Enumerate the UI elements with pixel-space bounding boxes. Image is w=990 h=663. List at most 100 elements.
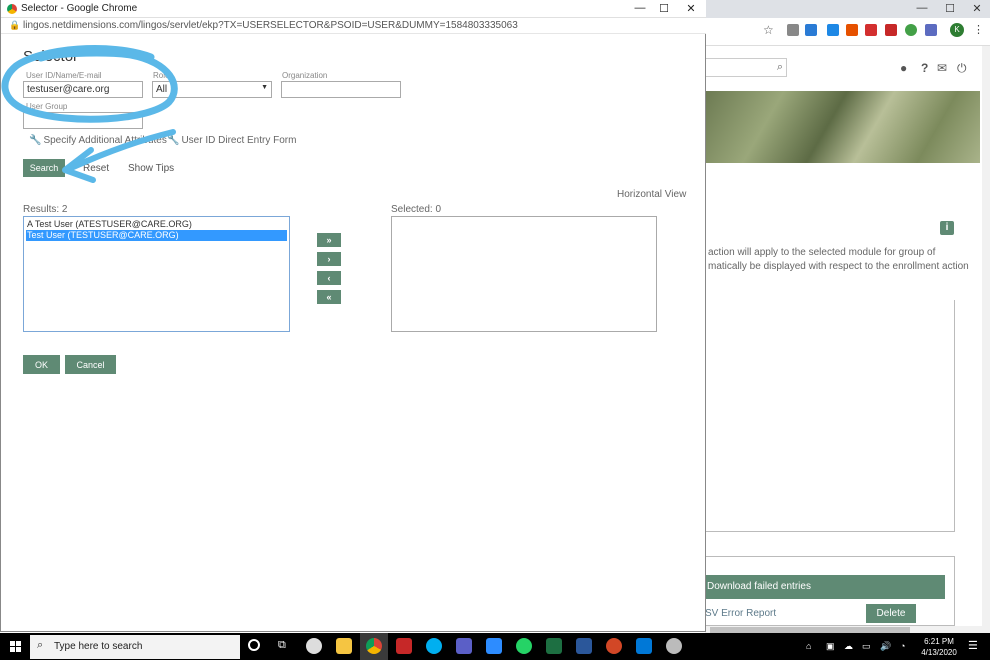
caret-down-icon: ▼ bbox=[261, 84, 268, 91]
list-item[interactable]: Test User (TESTUSER@CARE.ORG) bbox=[26, 230, 287, 241]
role-select-value: All bbox=[156, 84, 168, 95]
add-all-button[interactable]: » bbox=[317, 233, 341, 247]
clock-time: 6:21 PM bbox=[924, 637, 954, 646]
selected-listbox[interactable] bbox=[391, 216, 657, 332]
star-icon[interactable]: ☆ bbox=[763, 23, 774, 37]
delete-button[interactable]: Delete bbox=[866, 604, 916, 623]
popup-address-bar[interactable]: 🔒 lingos.netdimensions.com/lingos/servle… bbox=[1, 18, 706, 34]
taskbar: ⌕ Type here to search ⧉ ⌂ ▣ ☁ ▭ 🔊 ◔ 6:21… bbox=[0, 633, 990, 660]
selected-count: Selected: 0 bbox=[391, 204, 442, 215]
show-tips-link[interactable]: Show Tips bbox=[128, 163, 174, 174]
role-field-label: Role bbox=[153, 71, 170, 80]
user-id-input[interactable] bbox=[23, 81, 143, 98]
selector-popup-window: Selector - Google Chrome — ☐ ✕ 🔒 lingos.… bbox=[0, 0, 706, 632]
vertical-scrollbar[interactable] bbox=[982, 46, 990, 626]
list-item[interactable]: A Test User (ATESTUSER@CARE.ORG) bbox=[26, 219, 287, 230]
app-icon[interactable] bbox=[666, 638, 682, 654]
cloud-icon[interactable]: ☁ bbox=[844, 641, 853, 652]
search-button[interactable]: Search bbox=[23, 159, 65, 177]
clock-app-icon[interactable] bbox=[306, 638, 322, 654]
specify-additional-attributes-link[interactable]: 🔧 Specify Additional Attributes bbox=[29, 135, 167, 146]
notifications-icon[interactable]: ☰ bbox=[968, 639, 978, 652]
search-icon: ⌕ bbox=[37, 639, 44, 651]
popup-title-bar: Selector - Google Chrome — ☐ ✕ bbox=[1, 0, 706, 18]
start-button[interactable] bbox=[0, 633, 30, 660]
remove-all-button[interactable]: « bbox=[317, 290, 341, 304]
people-icon[interactable]: ⌂ bbox=[806, 641, 811, 651]
close-icon[interactable]: ✕ bbox=[679, 2, 703, 15]
powerpoint-icon[interactable] bbox=[606, 638, 622, 654]
csv-error-report-link[interactable]: SV Error Report bbox=[705, 608, 776, 619]
teams-icon[interactable] bbox=[456, 638, 472, 654]
horizontal-view-link[interactable]: Horizontal View bbox=[617, 189, 686, 200]
wrench-icon: 🔧 bbox=[29, 135, 42, 146]
user-icon[interactable]: ● bbox=[900, 61, 907, 75]
mail-icon[interactable]: ✉ bbox=[937, 61, 947, 75]
tray-icon[interactable]: ▣ bbox=[826, 641, 835, 652]
word-icon[interactable] bbox=[576, 638, 592, 654]
windows-icon[interactable] bbox=[0, 633, 30, 660]
close-icon[interactable]: ✕ bbox=[965, 2, 989, 15]
zoom-icon[interactable] bbox=[486, 638, 502, 654]
extension-icon[interactable] bbox=[885, 24, 897, 36]
add-selected-button[interactable]: › bbox=[317, 252, 341, 266]
info-icon[interactable]: i bbox=[940, 221, 954, 235]
role-select[interactable]: All ▼ bbox=[152, 81, 272, 98]
maximize-icon[interactable]: ☐ bbox=[938, 2, 962, 15]
taskbar-clock[interactable]: 6:21 PM 4/13/2020 bbox=[915, 636, 963, 658]
minimize-icon[interactable]: — bbox=[910, 2, 934, 14]
extension-icon[interactable] bbox=[846, 24, 858, 36]
user-group-label: User Group bbox=[26, 102, 68, 111]
reset-link[interactable]: Reset bbox=[83, 163, 109, 174]
extension-icon[interactable] bbox=[805, 24, 817, 36]
task-view-icon[interactable]: ⧉ bbox=[278, 639, 286, 652]
organization-field-label: Organization bbox=[282, 71, 328, 80]
volume-icon[interactable]: 🔊 bbox=[880, 641, 891, 652]
wrench-icon: 🔧 bbox=[167, 135, 180, 146]
extension-icon[interactable] bbox=[827, 24, 839, 36]
direct-entry-form-link[interactable]: 🔧 User ID Direct Entry Form bbox=[167, 135, 296, 146]
app-icon[interactable] bbox=[396, 638, 412, 654]
organization-input[interactable] bbox=[281, 81, 401, 98]
profile-avatar[interactable]: K bbox=[950, 23, 964, 37]
direct-entry-label: User ID Direct Entry Form bbox=[181, 135, 297, 146]
popup-title: Selector - Google Chrome bbox=[21, 3, 138, 14]
photos-icon[interactable] bbox=[636, 638, 652, 654]
info-text-line-1: action will apply to the selected module… bbox=[708, 247, 936, 258]
excel-icon[interactable] bbox=[546, 638, 562, 654]
cortana-icon[interactable] bbox=[248, 639, 260, 651]
whatsapp-icon[interactable] bbox=[516, 638, 532, 654]
file-explorer-icon[interactable] bbox=[336, 638, 352, 654]
minimize-icon[interactable]: — bbox=[628, 2, 652, 14]
taskbar-search-box[interactable]: ⌕ Type here to search bbox=[30, 635, 240, 659]
content-panel bbox=[705, 300, 955, 532]
maximize-icon[interactable]: ☐ bbox=[652, 2, 676, 15]
lock-icon: 🔒 bbox=[9, 20, 21, 30]
pdf-icon[interactable] bbox=[865, 24, 877, 36]
power-icon[interactable]: ⏻ bbox=[957, 61, 967, 76]
chrome-icon[interactable] bbox=[366, 638, 382, 654]
battery-icon[interactable]: ▭ bbox=[862, 641, 871, 652]
skype-icon[interactable] bbox=[426, 638, 442, 654]
extension-icon[interactable] bbox=[787, 24, 799, 36]
search-icon[interactable]: ⌕ bbox=[777, 61, 783, 74]
remove-selected-button[interactable]: ‹ bbox=[317, 271, 341, 285]
info-text-line-2: matically be displayed with respect to t… bbox=[708, 261, 969, 272]
extension-icon[interactable] bbox=[925, 24, 937, 36]
user-field-label: User ID/Name/E-mail bbox=[26, 71, 102, 80]
download-failed-entries-bar[interactable]: Download failed entries bbox=[705, 575, 945, 599]
background-search-box[interactable]: ⌕ bbox=[705, 58, 787, 77]
taskbar-search-placeholder: Type here to search bbox=[54, 641, 143, 652]
cancel-button[interactable]: Cancel bbox=[65, 355, 116, 374]
results-count: Results: 2 bbox=[23, 204, 68, 215]
menu-icon[interactable]: ⋮ bbox=[973, 23, 984, 36]
help-icon[interactable]: ? bbox=[921, 61, 928, 75]
page-title: Selector bbox=[23, 48, 79, 65]
user-group-input[interactable] bbox=[23, 112, 143, 129]
extension-icon[interactable] bbox=[905, 24, 917, 36]
results-listbox[interactable]: A Test User (ATESTUSER@CARE.ORG) Test Us… bbox=[23, 216, 290, 332]
popup-url: lingos.netdimensions.com/lingos/servlet/… bbox=[23, 20, 518, 31]
wifi-icon[interactable]: ◔ bbox=[900, 641, 905, 651]
ok-button[interactable]: OK bbox=[23, 355, 60, 374]
specify-additional-label: Specify Additional Attributes bbox=[43, 135, 167, 146]
